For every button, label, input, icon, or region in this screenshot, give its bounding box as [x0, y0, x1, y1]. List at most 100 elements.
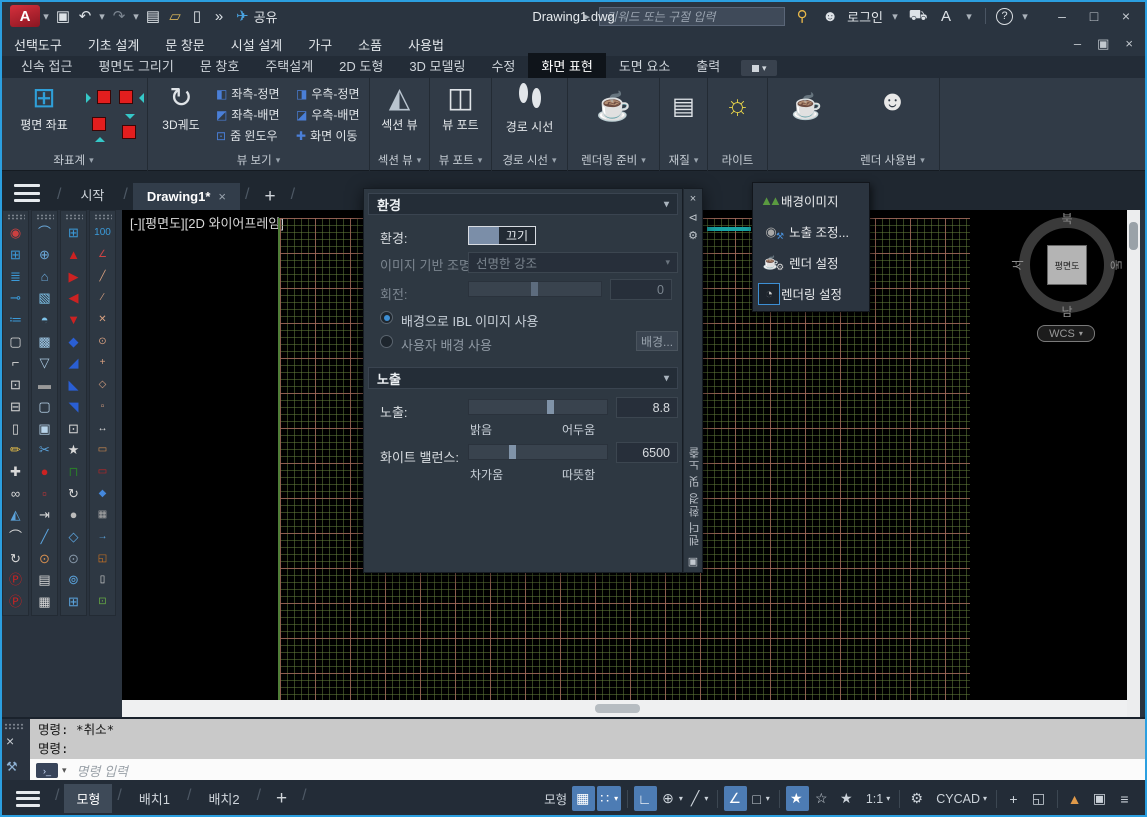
white-balance-slider-thumb[interactable] — [509, 445, 516, 459]
view-right-icon[interactable]: ▶ — [61, 265, 86, 287]
palette-properties-icon[interactable]: ⚙ — [684, 229, 702, 242]
panel-title-section[interactable]: 섹션 뷰▾ — [370, 149, 429, 171]
camera-icon[interactable]: ⊙ — [61, 547, 86, 569]
menu-item[interactable]: 소품 — [358, 35, 382, 54]
angle-icon[interactable]: ∠ — [90, 244, 115, 266]
command-grip[interactable] — [4, 723, 24, 730]
view-button[interactable]: ◩ 좌측-배면 — [214, 104, 292, 125]
crosshair-toggle[interactable]: + ▾ — [1003, 786, 1026, 811]
render-prep-button[interactable]: ☕ — [568, 78, 659, 122]
panel-title-material[interactable]: 재질▾ — [660, 149, 707, 171]
app-menu-button[interactable]: A — [10, 5, 40, 27]
render-menu-item[interactable]: ☕ ⚙ 렌더 설정 — [753, 247, 869, 278]
fillet-icon[interactable]: ⌒ — [3, 526, 28, 548]
stack-icon[interactable]: ▣ — [32, 417, 57, 439]
circle-center-icon[interactable]: ⊙ — [90, 330, 115, 352]
rect-inner-icon[interactable]: ⊡ — [3, 374, 28, 396]
slab-icon[interactable]: ▬ — [32, 374, 57, 396]
vertical-scrollbar[interactable] — [1127, 210, 1140, 717]
ibl-background-radio[interactable] — [380, 311, 393, 324]
brackets-icon[interactable]: ▯ — [3, 417, 28, 439]
autotrack-toggle[interactable]: ∠ ▾ — [724, 786, 747, 811]
ribbon-tab[interactable]: 신속 접근 — [8, 53, 85, 78]
custom-background-radio-label[interactable]: 사용자 배경 사용 — [401, 335, 492, 354]
grid-toggle[interactable]: ▦ ▾ — [572, 786, 595, 811]
snap-toggle[interactable]: ∷ ▾ — [597, 786, 621, 811]
trim-icon[interactable]: ✂ — [32, 439, 57, 461]
panel-title-viewlook[interactable]: 뷰 보기▾ — [148, 149, 369, 171]
help-caret-icon[interactable]: ▾ — [1019, 5, 1031, 27]
menu-item[interactable]: 선택도구 — [14, 35, 62, 54]
search-input[interactable]: 키워드 또는 구절 입력 — [599, 7, 785, 26]
panel-title-light[interactable]: 라이트 — [708, 149, 767, 171]
rotate-icon[interactable]: ↻ — [3, 547, 28, 569]
file-menu-burger-icon[interactable] — [14, 184, 40, 202]
view-down-icon[interactable]: ▼ — [61, 309, 86, 331]
panel-title-viewport[interactable]: 뷰 포트▾ — [430, 149, 491, 171]
ibl-background-radio-label[interactable]: 배경으로 IBL 이미지 사용 — [401, 311, 539, 330]
help-icon[interactable]: ? — [996, 8, 1013, 25]
custom-background-radio[interactable] — [380, 335, 393, 348]
ruler-icon[interactable]: ▭ — [90, 439, 115, 461]
tab-drawing1[interactable]: Drawing1* × — [133, 183, 240, 210]
command-prompt-caret-icon[interactable]: ▾ — [62, 765, 67, 776]
panel-icon[interactable]: ▤ — [32, 569, 57, 591]
ribbon-tab[interactable]: 평면도 그리기 — [85, 53, 186, 78]
p-tool-icon[interactable]: Ⓟ — [3, 569, 28, 591]
toolbar-grip[interactable] — [7, 214, 25, 220]
line-diag-icon[interactable]: ╱ — [90, 265, 115, 287]
ribbon-tab[interactable]: 출력 — [683, 53, 733, 78]
doc-minimize-button[interactable]: – — [1074, 36, 1081, 52]
render-menu-item[interactable]: ◉ ⚒ 노출 조정... — [753, 216, 869, 247]
toolbar-grip[interactable] — [94, 214, 112, 220]
mirror-icon[interactable]: ◭ — [3, 504, 28, 526]
clean-screen[interactable]: ▣ ▾ — [1089, 786, 1112, 811]
doc-close-button[interactable]: × — [1125, 36, 1133, 52]
viewcube-west-label[interactable]: 서 — [1009, 259, 1026, 270]
ortho-toggle[interactable]: ∟ ▾ — [634, 786, 657, 811]
orbit-3d-button[interactable]: ↻ 3D궤도 — [150, 78, 212, 133]
menu-item[interactable]: 시설 설계 — [231, 35, 282, 54]
copy3d-icon[interactable]: ▩ — [32, 330, 57, 352]
cube-icon[interactable]: ▢ — [32, 396, 57, 418]
undo-caret-icon[interactable]: ▾ — [96, 5, 108, 27]
cube-blue-icon[interactable]: ◆ — [90, 482, 115, 504]
view-button[interactable]: ◧ 좌측-정면 — [214, 83, 292, 104]
ribbon-tab[interactable]: 2D 도형 — [326, 53, 396, 78]
toolbar-expand-icon[interactable]: » — [208, 5, 230, 27]
view-button[interactable]: ◨ 우측-정면 — [294, 83, 372, 104]
point-icon[interactable]: ▫ — [90, 396, 115, 418]
p-tool2-icon[interactable]: Ⓟ — [3, 591, 28, 613]
export-cube-icon[interactable]: ◇ — [61, 526, 86, 548]
wedge2-icon[interactable]: ◣ — [61, 374, 86, 396]
app-menu-caret-icon[interactable]: ▾ — [40, 5, 52, 27]
drawn-line-object[interactable] — [707, 227, 751, 231]
login-label[interactable]: 로그인 — [847, 7, 883, 26]
ribbon-options-button[interactable]: ▾ — [741, 60, 777, 76]
crosshair-icon[interactable]: + — [90, 352, 115, 374]
redo-icon[interactable]: ↷ — [108, 5, 130, 27]
stairs-icon[interactable]: ≣ — [3, 265, 28, 287]
path-view-button[interactable]: 경로 시선 — [492, 78, 567, 135]
cylinder-icon[interactable]: ⊚ — [61, 569, 86, 591]
section-view-button[interactable]: ◭ 섹션 뷰 — [370, 78, 429, 133]
workspace-gear[interactable]: ⚙ ▾ — [906, 786, 929, 811]
space-indicator[interactable]: 모형 ▾ — [539, 786, 570, 811]
panel-title-renderusage[interactable]: 렌더 사용법▾ — [846, 149, 939, 171]
palette-close-icon[interactable]: × — [684, 193, 702, 205]
wedge1-icon[interactable]: ◢ — [61, 352, 86, 374]
annotation-scale-icon[interactable]: ★ ▾ — [836, 786, 859, 811]
ribbon-tab[interactable]: 문 창호 — [187, 53, 253, 78]
view-button[interactable]: ✚ 화면 이동 — [294, 125, 372, 146]
polar-toggle[interactable]: ⊕ ▾ — [659, 786, 686, 811]
menu-item[interactable]: 사용법 — [408, 35, 444, 54]
login-user-icon[interactable]: ☻ — [819, 5, 841, 27]
view-flip-right-button[interactable] — [118, 86, 142, 110]
bench-icon[interactable]: ⊓ — [61, 461, 86, 483]
menu-item[interactable]: 문 창문 — [165, 35, 205, 54]
dome-icon[interactable]: ◓ — [32, 309, 57, 331]
view-flip-down-button[interactable] — [118, 116, 142, 140]
redo-caret-icon[interactable]: ▾ — [130, 5, 142, 27]
open-folder-icon[interactable]: ▱ — [164, 5, 186, 27]
scale-100-icon[interactable]: 100 — [90, 222, 115, 244]
